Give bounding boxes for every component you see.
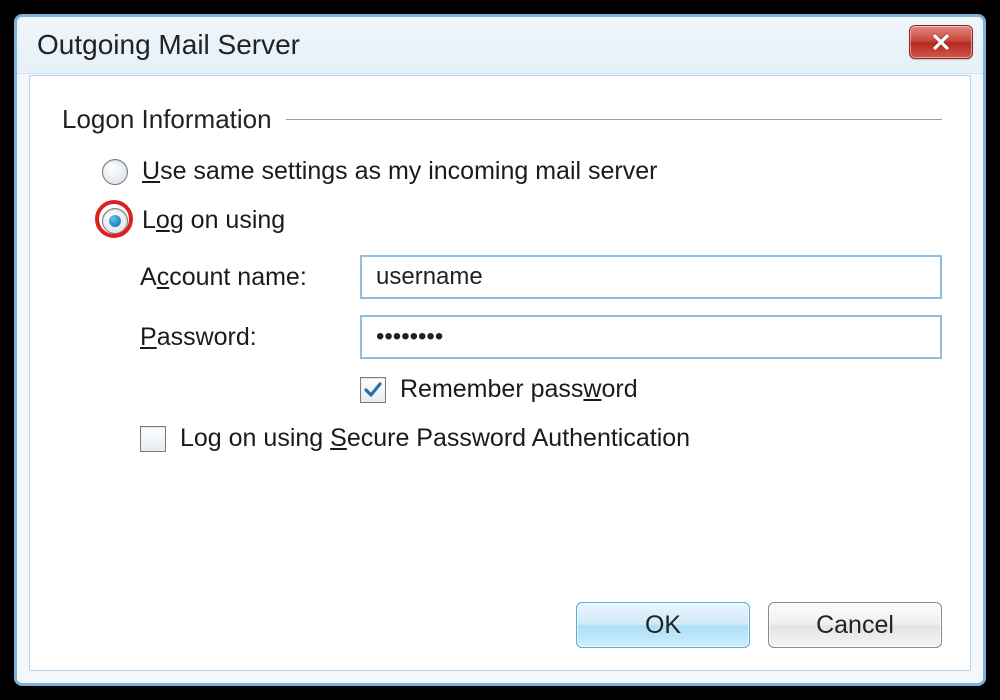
close-button[interactable] — [909, 25, 973, 59]
group-divider — [286, 119, 942, 120]
group-legend: Logon Information — [62, 104, 272, 135]
radio-same-settings[interactable] — [102, 159, 128, 185]
ok-button[interactable]: OK — [576, 602, 750, 648]
radio-same-settings-label: Use same settings as my incoming mail se… — [142, 157, 657, 186]
radio-log-on-using[interactable] — [102, 208, 128, 234]
spa-label: Log on using Secure Password Authenticat… — [180, 424, 690, 453]
group-header: Logon Information — [62, 104, 942, 135]
spa-checkbox[interactable] — [140, 426, 166, 452]
dialog-title: Outgoing Mail Server — [37, 29, 300, 61]
dialog-panel: Logon Information Use same settings as m… — [29, 75, 971, 671]
password-label: Password: — [140, 323, 360, 352]
account-name-label: Account name: — [140, 263, 360, 292]
outgoing-mail-server-dialog: Outgoing Mail Server Logon Information U… — [14, 14, 986, 686]
password-input[interactable] — [360, 315, 942, 359]
check-icon — [363, 380, 383, 400]
close-icon — [931, 32, 951, 52]
remember-password-row[interactable]: Remember password — [360, 375, 942, 404]
remember-password-checkbox[interactable] — [360, 377, 386, 403]
spa-row[interactable]: Log on using Secure Password Authenticat… — [140, 424, 942, 453]
ok-button-label: OK — [645, 611, 681, 640]
field-row-account-name: Account name: — [140, 255, 942, 299]
radio-row-log-on-using[interactable]: Log on using — [102, 206, 942, 235]
radio-row-same-settings[interactable]: Use same settings as my incoming mail se… — [102, 157, 942, 186]
remember-password-label: Remember password — [400, 375, 638, 404]
cancel-button[interactable]: Cancel — [768, 602, 942, 648]
titlebar: Outgoing Mail Server — [17, 17, 983, 74]
radio-log-on-using-label: Log on using — [142, 206, 285, 235]
account-name-input[interactable] — [360, 255, 942, 299]
field-row-password: Password: — [140, 315, 942, 359]
dialog-footer: OK Cancel — [576, 602, 942, 648]
cancel-button-label: Cancel — [816, 611, 894, 640]
